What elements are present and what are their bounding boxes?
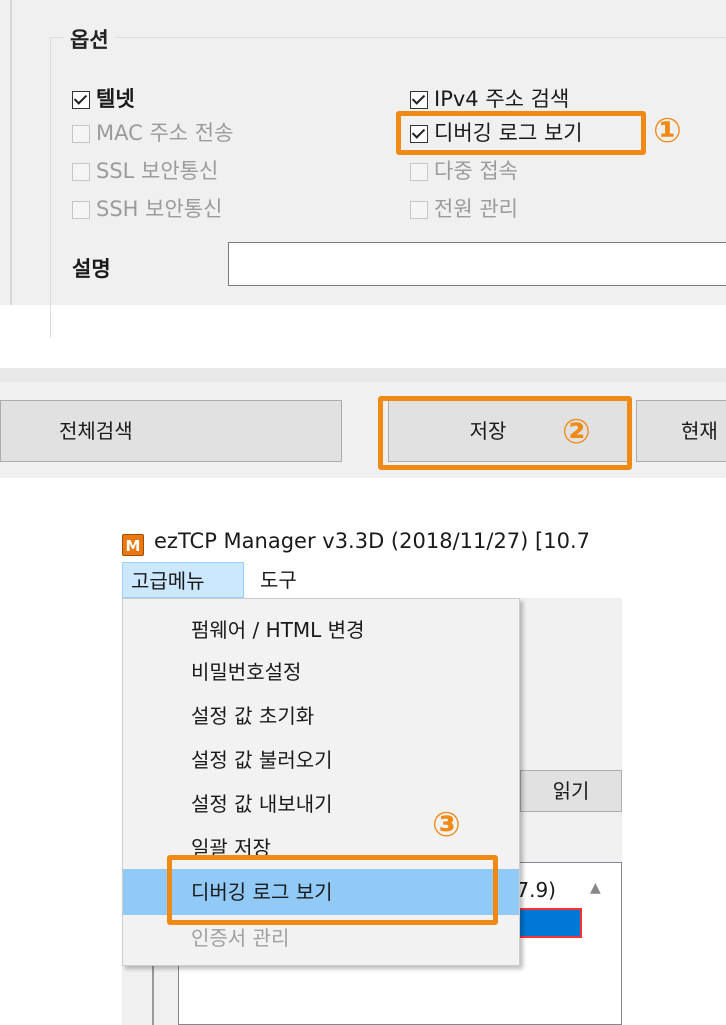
multi-connect-checkbox (410, 163, 428, 181)
option-mac-send: MAC 주소 전송 (72, 119, 233, 147)
toolbar-top-band (0, 368, 726, 382)
current-label: 현재 (681, 419, 718, 443)
menu-advanced[interactable]: 고급메뉴 (122, 562, 244, 598)
step-badge-3: ③ (432, 805, 461, 845)
step-badge-1: ① (653, 111, 682, 151)
option-ipv4-search[interactable]: IPv4 주소 검색 (410, 85, 569, 113)
option-telnet[interactable]: 텔넷 (72, 85, 135, 113)
highlight-box-step3 (167, 855, 498, 925)
options-groupbox (50, 37, 726, 338)
telnet-checkbox[interactable] (72, 91, 90, 109)
ipv4-search-label: IPv4 주소 검색 (434, 87, 570, 111)
highlight-box-step1 (396, 111, 646, 155)
search-all-label: 전체검색 (59, 419, 133, 443)
selected-list-row[interactable] (510, 908, 582, 938)
options-group-title: 옵션 (64, 24, 115, 54)
power-management-label: 전원 관리 (434, 197, 518, 221)
option-ssh: SSH 보안통신 (72, 195, 222, 223)
window-titlebar: MezTCP Manager v3.3D (2018/11/27) [10.7 (122, 523, 622, 559)
menu-item-load-settings[interactable]: 설정 값 불러오기 (123, 737, 519, 783)
ssl-label: SSL 보안통신 (96, 159, 219, 183)
step-badge-2: ② (562, 412, 591, 452)
mac-send-label: MAC 주소 전송 (96, 121, 234, 145)
window-title: ezTCP Manager v3.3D (2018/11/27) [10.7 (154, 529, 590, 553)
menu-tools[interactable]: 도구 (252, 562, 305, 598)
menu-item-password[interactable]: 비밀번호설정 (123, 649, 519, 695)
scroll-up-icon[interactable]: ▲ (590, 880, 601, 896)
mac-send-checkbox (72, 125, 90, 143)
menu-item-firmware-html[interactable]: 펌웨어 / HTML 변경 (123, 607, 519, 653)
ssl-checkbox (72, 163, 90, 181)
menu-bar: 고급메뉴 도구 (122, 562, 622, 598)
ipv4-search-checkbox[interactable] (410, 91, 428, 109)
menu-advanced-label: 고급메뉴 (131, 569, 205, 593)
power-management-checkbox (410, 201, 428, 219)
description-label: 설명 (72, 257, 111, 281)
description-input[interactable] (228, 242, 726, 286)
read-button[interactable]: 읽기 (520, 770, 622, 812)
multi-connect-label: 다중 접속 (434, 159, 518, 183)
ssh-checkbox (72, 201, 90, 219)
highlight-box-step2 (378, 396, 632, 470)
menu-item-reset-settings[interactable]: 설정 값 초기화 (123, 693, 519, 739)
option-ssl: SSL 보안통신 (72, 157, 218, 185)
option-multi-connect: 다중 접속 (410, 157, 518, 185)
search-all-button[interactable]: 전체검색 (0, 400, 342, 462)
option-power-management: 전원 관리 (410, 195, 518, 223)
menu-tools-label: 도구 (260, 568, 297, 592)
telnet-label: 텔넷 (96, 87, 135, 111)
app-icon: M (122, 534, 144, 556)
ssh-label: SSH 보안통신 (96, 197, 223, 221)
current-button[interactable]: 현재 (636, 400, 726, 462)
panel-border (10, 0, 12, 305)
